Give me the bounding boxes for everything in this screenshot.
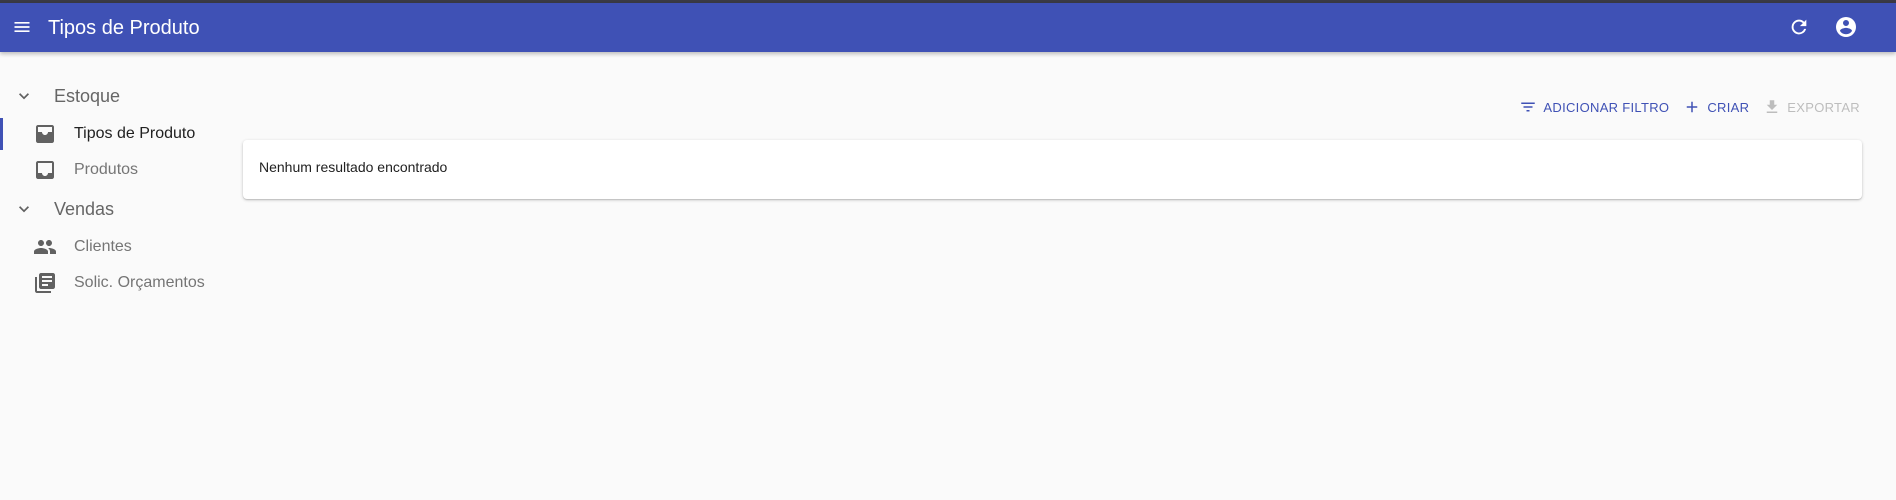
sidebar-item-label: Tipos de Produto	[74, 125, 196, 142]
add-icon	[1687, 101, 1698, 113]
export-button[interactable]: EXPORTAR	[1763, 98, 1860, 116]
sidebar-item-label: Solic. Orçamentos	[74, 274, 205, 291]
create-button[interactable]: CRIAR	[1683, 98, 1749, 116]
people-icon	[34, 240, 56, 254]
sidebar-section-estoque[interactable]: Estoque	[0, 78, 232, 114]
empty-results-message: Nenhum resultado encontrado	[259, 159, 448, 175]
sidebar-section-label: Estoque	[54, 86, 121, 106]
account-button[interactable]	[1830, 11, 1862, 43]
page-title: Tipos de Produto	[48, 17, 200, 39]
filter-list-icon	[1521, 102, 1536, 112]
app-bar: Tipos de Produto	[0, 3, 1896, 52]
sidebar-item-produtos[interactable]: Produtos	[0, 152, 232, 188]
add-filter-label: ADICIONAR FILTRO	[1543, 99, 1670, 115]
download-icon	[1767, 100, 1778, 113]
sidebar-item-solic-orcamentos[interactable]: Solic. Orçamentos	[0, 265, 232, 301]
results-card: Nenhum resultado encontrado	[243, 140, 1862, 199]
refresh-icon	[1791, 19, 1807, 35]
sidebar-item-label: Clientes	[74, 238, 132, 255]
sidebar-item-label: Produtos	[74, 161, 139, 178]
menu-icon	[14, 22, 30, 32]
chevron-down-icon	[19, 93, 29, 100]
refresh-button[interactable]	[1783, 11, 1815, 43]
account-circle-icon	[1836, 17, 1856, 37]
sidebar-item-clientes[interactable]: Clientes	[0, 229, 232, 265]
sidebar: Estoque Tipos de Produto Produtos Vendas…	[0, 52, 232, 500]
inbox-icon	[36, 161, 54, 179]
sidebar-section-vendas[interactable]: Vendas	[0, 191, 232, 227]
sidebar-item-tipos-de-produto[interactable]: Tipos de Produto	[0, 116, 232, 152]
create-label: CRIAR	[1707, 99, 1750, 115]
export-label: EXPORTAR	[1787, 99, 1860, 115]
chevron-down-icon	[19, 206, 29, 213]
list-toolbar: ADICIONAR FILTRO CRIAR EXPORTAR	[1519, 97, 1860, 117]
sidebar-section-label: Vendas	[54, 199, 115, 219]
library-books-icon	[35, 273, 55, 293]
add-filter-button[interactable]: ADICIONAR FILTRO	[1519, 98, 1669, 116]
menu-button[interactable]	[6, 11, 38, 43]
inbox-tray-icon	[36, 125, 54, 143]
